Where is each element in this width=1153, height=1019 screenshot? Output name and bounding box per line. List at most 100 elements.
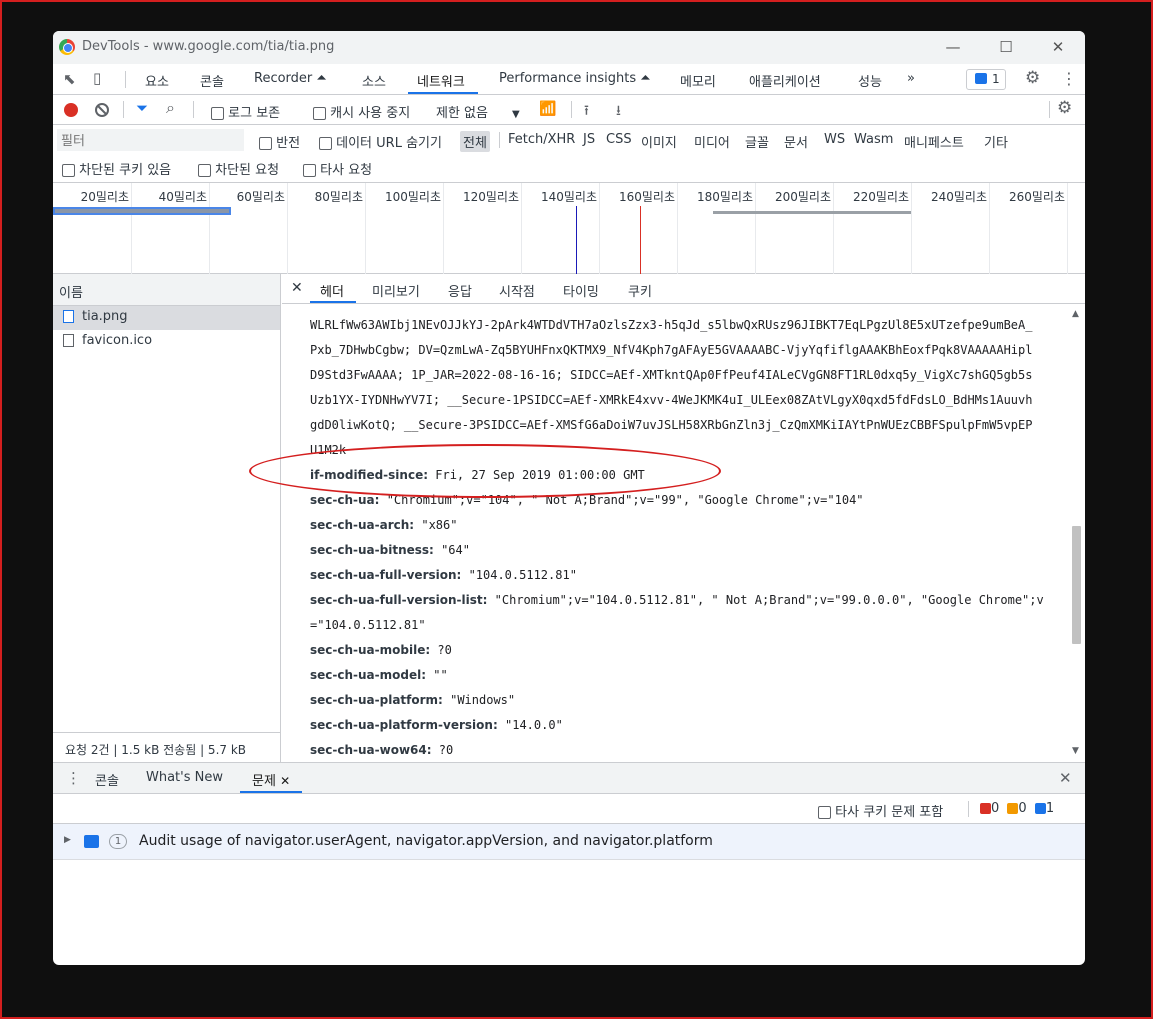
- preserve-log-checkbox[interactable]: 로그 보존: [211, 102, 280, 121]
- type-filter-ws[interactable]: WS: [824, 132, 845, 147]
- checkbox-icon: [313, 107, 326, 120]
- issue-info-icon: [975, 73, 987, 84]
- clear-icon[interactable]: [95, 103, 109, 117]
- divider: [571, 101, 572, 118]
- type-filter-img[interactable]: 이미지: [641, 132, 677, 151]
- tab-network[interactable]: 네트워크: [417, 71, 465, 90]
- type-filter-manifest[interactable]: 매니페스트: [904, 132, 964, 151]
- scroll-down-icon[interactable]: ▼: [1072, 746, 1079, 756]
- invert-checkbox[interactable]: 반전: [259, 132, 300, 151]
- type-filter-media[interactable]: 미디어: [694, 132, 730, 151]
- header-name: sec-ch-ua-wow64:: [310, 743, 432, 757]
- scrollbar-thumb[interactable]: [1072, 526, 1081, 644]
- tab-headers[interactable]: 헤더: [320, 281, 344, 300]
- request-row[interactable]: tia.png: [53, 306, 280, 330]
- issue-row[interactable]: ▶ 1 Audit usage of navigator.userAgent, …: [53, 824, 1085, 860]
- tab-response[interactable]: 응답: [448, 281, 472, 300]
- drawer-menu-icon[interactable]: ⋮: [66, 769, 81, 787]
- close-drawer-icon[interactable]: ✕: [1059, 769, 1072, 787]
- type-filter-other[interactable]: 기타: [984, 132, 1008, 151]
- request-row[interactable]: favicon.ico: [53, 330, 280, 354]
- tab-performance[interactable]: 성능: [858, 71, 882, 90]
- type-filter-all[interactable]: 전체: [460, 131, 490, 152]
- drawer-tab-whats-new[interactable]: What's New: [146, 770, 223, 785]
- more-tabs-button[interactable]: »: [907, 71, 915, 86]
- device-toolbar-icon[interactable]: ▯: [93, 69, 101, 87]
- tab-cookies[interactable]: 쿠키: [628, 281, 652, 300]
- issues-counter-button[interactable]: 1: [966, 69, 1006, 90]
- include-third-party-checkbox[interactable]: 타사 쿠키 문제 포함: [818, 801, 943, 820]
- header-name: sec-ch-ua-platform-version:: [310, 718, 498, 732]
- minimize-button[interactable]: —: [933, 36, 973, 58]
- expand-arrow-icon[interactable]: ▶: [64, 835, 71, 845]
- tab-sources[interactable]: 소스: [362, 71, 386, 90]
- close-window-button[interactable]: ✕: [1038, 36, 1078, 58]
- network-settings-gear-icon[interactable]: ⚙: [1057, 98, 1072, 118]
- timeline-tick-label: 240밀리초: [930, 190, 987, 204]
- warning-icon: [1007, 803, 1019, 814]
- type-filter-wasm[interactable]: Wasm: [854, 132, 893, 147]
- divider: [123, 101, 124, 118]
- settings-gear-icon[interactable]: ⚙: [1025, 68, 1040, 88]
- filter-input[interactable]: [57, 129, 244, 151]
- header-row: sec-ch-ua-platform: "Windows": [310, 693, 515, 707]
- throttling-select[interactable]: 제한 없음 ▼: [436, 102, 520, 121]
- export-har-icon[interactable]: ⭳: [616, 100, 621, 124]
- name-column-header[interactable]: 이름: [53, 274, 280, 306]
- tab-timing[interactable]: 타이밍: [563, 281, 599, 300]
- search-icon[interactable]: ⌕: [166, 98, 175, 118]
- issue-info-icon: [84, 835, 99, 848]
- headers-scrollbar[interactable]: ▲ ▼: [1068, 304, 1085, 762]
- type-filter-doc[interactable]: 문서: [784, 132, 808, 151]
- more-options-icon[interactable]: ⋮: [1061, 69, 1077, 88]
- tab-recorder[interactable]: Recorder ⏶: [254, 71, 327, 86]
- maximize-button[interactable]: ☐: [986, 36, 1026, 58]
- title-bar: DevTools - www.google.com/tia/tia.png — …: [53, 31, 1085, 64]
- blocked-requests-checkbox[interactable]: 차단된 요청: [198, 159, 279, 178]
- tab-elements[interactable]: 요소: [145, 71, 169, 90]
- header-name: sec-ch-ua-arch:: [310, 518, 415, 532]
- third-party-checkbox[interactable]: 타사 요청: [303, 159, 372, 178]
- header-row: sec-ch-ua-bitness: "64": [310, 543, 470, 557]
- timeline-tick-label: 60밀리초: [236, 190, 285, 204]
- divider: [193, 101, 194, 118]
- header-value: ?0: [437, 643, 452, 657]
- active-tab-indicator: [408, 92, 478, 94]
- inspect-element-icon[interactable]: ⬉: [63, 70, 76, 88]
- blocked-cookies-checkbox[interactable]: 차단된 쿠키 있음: [62, 159, 171, 178]
- tab-initiator[interactable]: 시작점: [499, 281, 535, 300]
- record-icon[interactable]: [64, 103, 78, 117]
- issues-count: 1: [992, 72, 1000, 86]
- tab-console[interactable]: 콘솔: [200, 71, 224, 90]
- type-filter-fetch-xhr[interactable]: Fetch/XHR: [508, 132, 575, 147]
- header-name: sec-ch-ua:: [310, 493, 380, 507]
- drawer-tab-issues[interactable]: 문제 ✕: [252, 770, 290, 789]
- tab-memory[interactable]: 메모리: [680, 71, 716, 90]
- type-filter-js[interactable]: JS: [583, 132, 595, 147]
- divider: [968, 801, 969, 817]
- tab-performance-insights[interactable]: Performance insights ⏶: [499, 71, 651, 86]
- hide-data-urls-checkbox[interactable]: 데이터 URL 숨기기: [319, 132, 442, 151]
- drawer-tab-bar: ⋮ 콘솔 What's New 문제 ✕ ✕: [53, 763, 1085, 794]
- tab-application[interactable]: 애플리케이션: [749, 71, 821, 90]
- close-details-icon[interactable]: ✕: [291, 280, 303, 296]
- devtools-window: DevTools - www.google.com/tia/tia.png — …: [53, 31, 1085, 965]
- import-har-icon[interactable]: ⭱: [584, 100, 589, 124]
- tab-preview[interactable]: 미리보기: [372, 281, 420, 300]
- network-conditions-icon[interactable]: 📶: [539, 101, 556, 117]
- type-filter-css[interactable]: CSS: [606, 132, 632, 147]
- warning-count: 0: [1018, 801, 1027, 816]
- network-overview-timeline[interactable]: 20밀리초 40밀리초 60밀리초 80밀리초 100밀리초 120밀리초 14…: [53, 183, 1085, 274]
- close-tab-icon[interactable]: ✕: [280, 774, 290, 788]
- checkbox-icon: [303, 164, 316, 177]
- issue-counts[interactable]: 0 0 1: [980, 801, 1054, 816]
- drawer-tab-console[interactable]: 콘솔: [95, 770, 119, 789]
- header-value: "64": [441, 543, 470, 557]
- chevron-down-icon: ▼: [511, 109, 520, 120]
- disable-cache-checkbox[interactable]: 캐시 사용 중지: [313, 102, 410, 121]
- filter-icon[interactable]: ⏷: [136, 99, 148, 117]
- timeline-tick-label: 140밀리초: [540, 190, 597, 204]
- scroll-up-icon[interactable]: ▲: [1072, 309, 1079, 319]
- type-filter-font[interactable]: 글꼴: [745, 132, 769, 151]
- window-title: DevTools - www.google.com/tia/tia.png: [82, 39, 335, 54]
